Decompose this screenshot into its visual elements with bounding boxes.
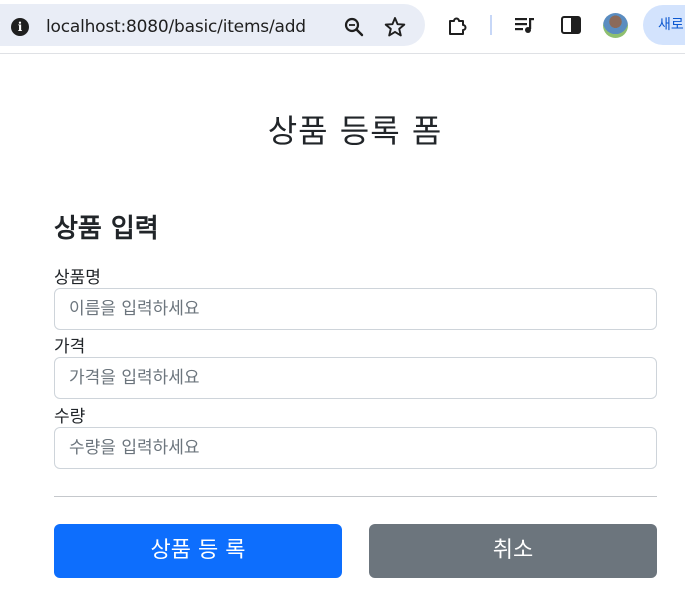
- price-input[interactable]: [54, 357, 657, 399]
- quantity-label: 수량: [54, 407, 86, 427]
- price-label: 가격: [54, 337, 86, 357]
- address-bar[interactable]: i localhost:8080/basic/items/add: [0, 4, 425, 46]
- cancel-button[interactable]: 취소: [369, 524, 657, 578]
- new-chrome-button[interactable]: 새로: [643, 5, 685, 45]
- section-title: 상품 입력: [54, 214, 159, 244]
- page-title: 상품 등록 폼: [267, 112, 443, 150]
- star-icon[interactable]: [384, 16, 406, 38]
- browser-toolbar: i localhost:8080/basic/items/add 새로: [0, 0, 685, 54]
- toolbar-separator: [490, 15, 492, 35]
- url-text[interactable]: localhost:8080/basic/items/add: [46, 17, 306, 37]
- media-icon[interactable]: [513, 13, 537, 37]
- item-name-input[interactable]: [54, 288, 657, 330]
- item-name-label: 상품명: [54, 268, 101, 288]
- profile-avatar[interactable]: [603, 13, 628, 38]
- info-icon[interactable]: i: [11, 18, 29, 36]
- submit-button[interactable]: 상품 등 록: [54, 524, 342, 578]
- zoom-icon[interactable]: [343, 16, 365, 38]
- quantity-input[interactable]: [54, 427, 657, 469]
- extensions-icon[interactable]: [446, 13, 470, 37]
- side-panel-icon[interactable]: [559, 13, 583, 37]
- form-divider: [54, 496, 657, 497]
